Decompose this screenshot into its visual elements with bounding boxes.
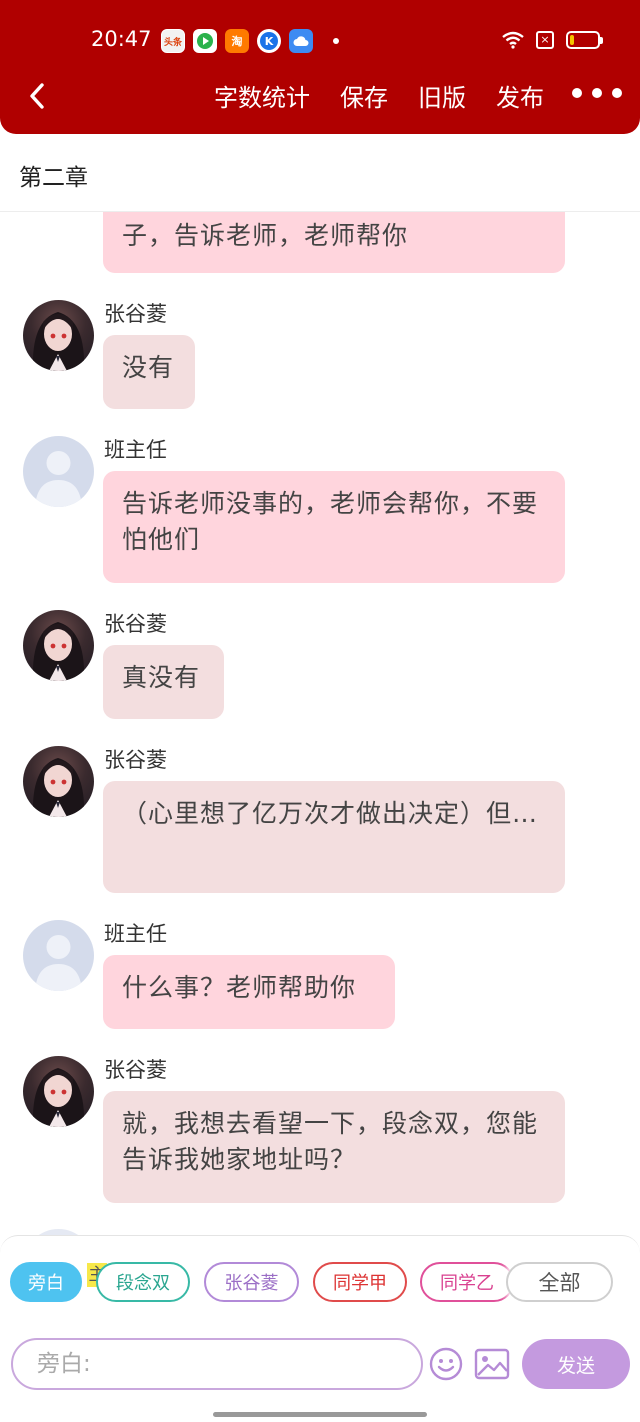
chat-message-list[interactable]: 子，告诉老师，老师帮你 张谷菱 没有 班主任 告诉老师没事的，老师会帮你，不要怕…	[0, 212, 640, 1235]
cloud-app-icon	[289, 29, 313, 53]
chapter-title: 第二章	[19, 165, 88, 191]
message-text: 什么事？老师帮助你	[122, 973, 357, 1002]
more-dot-icon	[612, 88, 622, 98]
image-icon[interactable]	[474, 1348, 510, 1380]
sender-name: 班主任	[104, 438, 167, 462]
more-options-button[interactable]	[572, 88, 622, 98]
message-text: 真没有	[122, 663, 201, 692]
sender-name: 班主任	[104, 922, 167, 946]
taobao-app-icon: 淘	[225, 29, 249, 53]
save-button[interactable]: 保存	[340, 78, 388, 113]
sender-name: 张谷菱	[104, 612, 167, 636]
editor-toolbar: 字数统计 保存 旧版 发布	[0, 70, 640, 122]
notification-dot-icon	[333, 38, 339, 44]
more-dot-icon	[592, 88, 602, 98]
role-chip-character[interactable]: 张谷菱	[204, 1262, 299, 1302]
message-bubble[interactable]: 没有	[103, 335, 195, 409]
girl-avatar-icon	[32, 622, 85, 681]
default-avatar-icon	[35, 935, 82, 991]
avatar[interactable]	[23, 300, 94, 371]
send-button[interactable]: 发送	[522, 1339, 630, 1389]
toutiao-app-icon: 头条	[161, 29, 185, 53]
status-bar: 20:47 头条 淘 K ×	[0, 0, 640, 80]
role-chip-all[interactable]: 全部	[506, 1262, 613, 1302]
girl-avatar-icon	[32, 1068, 85, 1127]
message-text: （心里想了亿万次才做出决定）但…	[122, 799, 539, 828]
wifi-icon	[502, 31, 524, 49]
sender-name: 张谷菱	[104, 1058, 167, 1082]
old-version-button[interactable]: 旧版	[418, 78, 466, 113]
sender-name: 张谷菱	[104, 302, 167, 326]
avatar[interactable]	[23, 1056, 94, 1127]
status-app-icons: 头条 淘 K	[161, 29, 339, 53]
message-bubble[interactable]: 什么事？老师帮助你	[103, 955, 395, 1029]
kugou-app-icon: K	[257, 29, 281, 53]
video-app-icon	[193, 29, 217, 53]
emoji-icon[interactable]	[429, 1347, 463, 1381]
no-sim-icon: ×	[536, 31, 554, 49]
battery-level	[570, 35, 574, 45]
avatar[interactable]	[23, 436, 94, 507]
message-text: 子，告诉老师，老师帮你	[122, 221, 409, 250]
role-chip-character[interactable]: 段念双	[96, 1262, 190, 1302]
message-text: 没有	[122, 353, 175, 382]
app-header: 20:47 头条 淘 K × 字数统计 保存 旧版 发布	[0, 0, 640, 134]
publish-button[interactable]: 发布	[496, 78, 544, 113]
chapter-title-row[interactable]: 第二章	[0, 134, 640, 212]
status-time: 20:47	[91, 27, 152, 51]
role-chip-character[interactable]: 同学甲	[313, 1262, 407, 1302]
word-count-button[interactable]: 字数统计	[214, 78, 310, 113]
girl-avatar-icon	[32, 758, 85, 817]
message-input-wrapper	[11, 1338, 423, 1390]
message-bubble[interactable]: 就，我想去看望一下，段念双，您能告诉我她家地址吗？	[103, 1091, 565, 1203]
composer-panel: 旁白 主 段念双 张谷菱 同学甲 同学乙 全部 发送	[0, 1235, 640, 1390]
message-text: 就，我想去看望一下，段念双，您能告诉我她家地址吗？	[122, 1109, 539, 1174]
home-indicator[interactable]	[213, 1412, 427, 1417]
avatar[interactable]	[23, 746, 94, 817]
default-avatar-icon	[35, 451, 82, 507]
message-bubble[interactable]: （心里想了亿万次才做出决定）但…	[103, 781, 565, 893]
role-chip-character[interactable]: 同学乙	[420, 1262, 514, 1302]
message-bubble[interactable]: 子，告诉老师，老师帮你	[103, 212, 565, 273]
message-bubble[interactable]: 告诉老师没事的，老师会帮你，不要怕他们	[103, 471, 565, 583]
back-button[interactable]	[22, 80, 52, 112]
message-bubble[interactable]: 真没有	[103, 645, 224, 719]
role-chip-narrator[interactable]: 旁白	[10, 1262, 82, 1302]
message-input[interactable]	[13, 1340, 421, 1388]
status-indicators: ×	[502, 31, 603, 49]
battery-icon	[566, 31, 603, 49]
avatar[interactable]	[23, 610, 94, 681]
sender-name: 张谷菱	[104, 748, 167, 772]
avatar[interactable]	[23, 920, 94, 991]
more-dot-icon	[572, 88, 582, 98]
chevron-left-icon	[30, 83, 44, 109]
girl-avatar-icon	[32, 312, 85, 371]
toolbar-actions: 字数统计 保存 旧版 发布	[214, 78, 544, 113]
message-text: 告诉老师没事的，老师会帮你，不要怕他们	[122, 489, 539, 554]
